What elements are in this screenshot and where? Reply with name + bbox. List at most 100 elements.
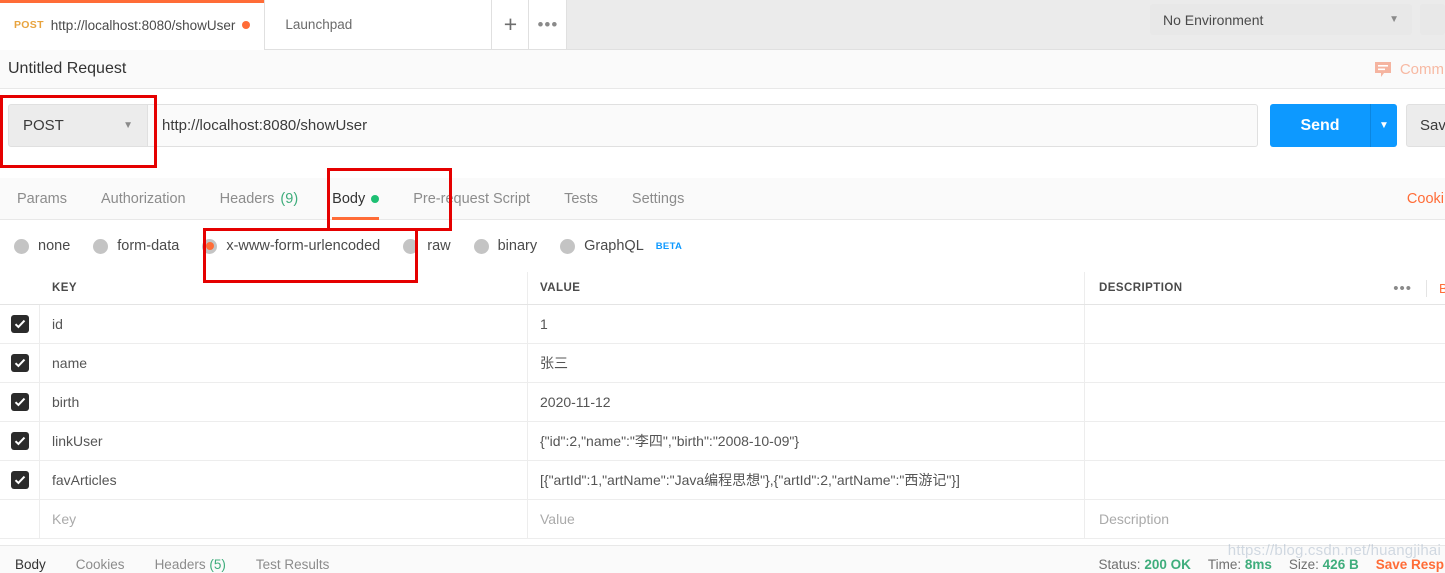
- body-type-graphql[interactable]: GraphQL BETA: [560, 238, 682, 254]
- row-checkbox-cell[interactable]: [0, 383, 40, 421]
- cookies-link[interactable]: Cooki: [1407, 191, 1445, 207]
- response-tab-cookies[interactable]: Cookies: [61, 557, 140, 573]
- body-type-none[interactable]: none: [14, 238, 70, 254]
- environment-selector[interactable]: No Environment ▼: [1150, 4, 1412, 35]
- send-options-button[interactable]: ▼: [1370, 104, 1397, 147]
- row-value-cell[interactable]: 张三: [528, 344, 1085, 382]
- row-checkbox-cell[interactable]: [0, 422, 40, 460]
- table-menu-icon[interactable]: •••: [1379, 279, 1427, 297]
- row-key-cell[interactable]: linkUser: [40, 422, 528, 460]
- new-tab-button[interactable]: +: [492, 0, 530, 49]
- tab-launchpad[interactable]: Launchpad: [265, 0, 493, 49]
- environment-selected-label: No Environment: [1163, 11, 1264, 28]
- new-description-placeholder: Description: [1099, 511, 1170, 527]
- row-checkbox-cell[interactable]: [0, 461, 40, 499]
- response-tab-test-results[interactable]: Test Results: [241, 557, 345, 573]
- row-key-cell[interactable]: favArticles: [40, 461, 528, 499]
- save-label: Sav: [1420, 117, 1445, 134]
- request-tab-showuser[interactable]: POST http://localhost:8080/showUser: [0, 0, 266, 50]
- time-value: 8ms: [1244, 557, 1272, 572]
- chevron-down-icon: ▼: [1379, 120, 1389, 131]
- row-key-text: name: [52, 355, 88, 371]
- body-type-form-data-label: form-data: [117, 238, 180, 254]
- tab-pre-request-script[interactable]: Pre-request Script: [396, 178, 547, 220]
- url-value: http://localhost:8080/showUser: [162, 117, 368, 134]
- save-button[interactable]: Sav: [1406, 104, 1445, 147]
- table-row[interactable]: favArticles [{"artId":1,"artName":"Java编…: [0, 461, 1445, 500]
- header-key-cell: KEY: [40, 272, 528, 304]
- body-type-binary[interactable]: binary: [473, 238, 537, 254]
- bulk-edit-button[interactable]: B: [1427, 281, 1445, 296]
- beta-badge: BETA: [655, 240, 683, 252]
- row-description-cell[interactable]: [1085, 461, 1445, 499]
- table-row[interactable]: birth 2020-11-12: [0, 383, 1445, 422]
- tab-headers-label: Headers: [219, 190, 275, 207]
- row-key-text: linkUser: [52, 433, 103, 449]
- row-checkbox-cell[interactable]: [0, 305, 40, 343]
- tab-settings[interactable]: Settings: [615, 178, 701, 220]
- row-value-cell[interactable]: {"id":2,"name":"李四","birth":"2008-10-09"…: [528, 422, 1085, 460]
- new-key-input[interactable]: Key: [40, 500, 528, 538]
- checkbox-checked-icon[interactable]: [10, 432, 29, 450]
- tab-params[interactable]: Params: [0, 178, 84, 220]
- row-description-cell[interactable]: [1085, 344, 1445, 382]
- body-type-form-data[interactable]: form-data: [93, 238, 179, 254]
- radio-selected-icon: [202, 238, 218, 254]
- row-key-cell[interactable]: birth: [40, 383, 528, 421]
- tab-more-button[interactable]: •••: [529, 0, 568, 49]
- tab-headers[interactable]: Headers (9): [203, 178, 316, 220]
- tab-body[interactable]: Body: [315, 178, 396, 220]
- save-response-button[interactable]: Save Resp: [1376, 557, 1444, 572]
- new-value-input[interactable]: Value: [528, 500, 1085, 538]
- tab-body-label: Body: [332, 190, 366, 207]
- table-row[interactable]: id 1: [0, 305, 1445, 344]
- tab-tests[interactable]: Tests: [547, 178, 615, 220]
- header-value-cell: VALUE: [528, 272, 1085, 304]
- row-value-cell[interactable]: [{"artId":1,"artName":"Java编程思想"},{"artI…: [528, 461, 1085, 499]
- response-meta: Status: 200 OK Time: 8ms Size: 426 B Sav…: [1099, 557, 1445, 573]
- status-badge: Status: 200 OK: [1099, 557, 1191, 572]
- checkbox-checked-icon[interactable]: [10, 315, 29, 333]
- checkbox-checked-icon[interactable]: [10, 393, 29, 411]
- row-value-text: 1: [540, 316, 548, 332]
- row-checkbox-cell[interactable]: [0, 344, 40, 382]
- comments-button[interactable]: Comm: [1373, 59, 1445, 79]
- response-tab-headers[interactable]: Headers (5): [140, 557, 241, 573]
- tab-launchpad-label: Launchpad: [285, 17, 353, 32]
- url-input[interactable]: http://localhost:8080/showUser: [148, 104, 1258, 147]
- body-type-radio-group: none form-data x-www-form-urlencoded raw…: [0, 220, 1445, 272]
- send-button[interactable]: Send: [1270, 104, 1370, 147]
- http-method-dropdown[interactable]: POST ▼: [8, 104, 148, 147]
- row-value-text: 2020-11-12: [540, 394, 611, 410]
- tab-title-label: http://localhost:8080/showUser: [50, 17, 236, 33]
- row-key-cell[interactable]: id: [40, 305, 528, 343]
- table-row[interactable]: linkUser {"id":2,"name":"李四","birth":"20…: [0, 422, 1445, 461]
- checkbox-checked-icon[interactable]: [10, 471, 29, 489]
- row-value-cell[interactable]: 2020-11-12: [528, 383, 1085, 421]
- body-type-raw[interactable]: raw: [403, 238, 451, 254]
- environment-quicklook-button[interactable]: [1420, 4, 1445, 35]
- table-row[interactable]: name 张三: [0, 344, 1445, 383]
- row-key-cell[interactable]: name: [40, 344, 528, 382]
- row-value-text: {"id":2,"name":"李四","birth":"2008-10-09"…: [540, 433, 800, 449]
- row-value-text: 张三: [540, 355, 568, 371]
- table-row-new[interactable]: Key Value Description: [0, 500, 1445, 539]
- new-description-input[interactable]: Description: [1085, 500, 1445, 538]
- row-value-cell[interactable]: 1: [528, 305, 1085, 343]
- http-method-label: POST: [23, 117, 64, 134]
- body-present-dot-icon: [371, 194, 380, 203]
- row-description-cell[interactable]: [1085, 422, 1445, 460]
- row-description-cell[interactable]: [1085, 305, 1445, 343]
- tab-authorization[interactable]: Authorization: [84, 178, 203, 220]
- row-key-text: favArticles: [52, 472, 117, 488]
- size-badge: Size: 426 B: [1289, 557, 1359, 572]
- new-key-placeholder: Key: [52, 511, 77, 527]
- checkbox-checked-icon[interactable]: [10, 354, 29, 372]
- row-checkbox-cell: [0, 500, 40, 538]
- request-name-bar: Untitled Request Comm: [0, 50, 1445, 89]
- row-description-cell[interactable]: [1085, 383, 1445, 421]
- body-type-x-www-form-urlencoded[interactable]: x-www-form-urlencoded: [202, 238, 380, 254]
- header-actions: ••• B: [1379, 279, 1445, 297]
- response-tab-body[interactable]: Body: [0, 557, 61, 573]
- response-tab-headers-count: (5): [209, 557, 226, 572]
